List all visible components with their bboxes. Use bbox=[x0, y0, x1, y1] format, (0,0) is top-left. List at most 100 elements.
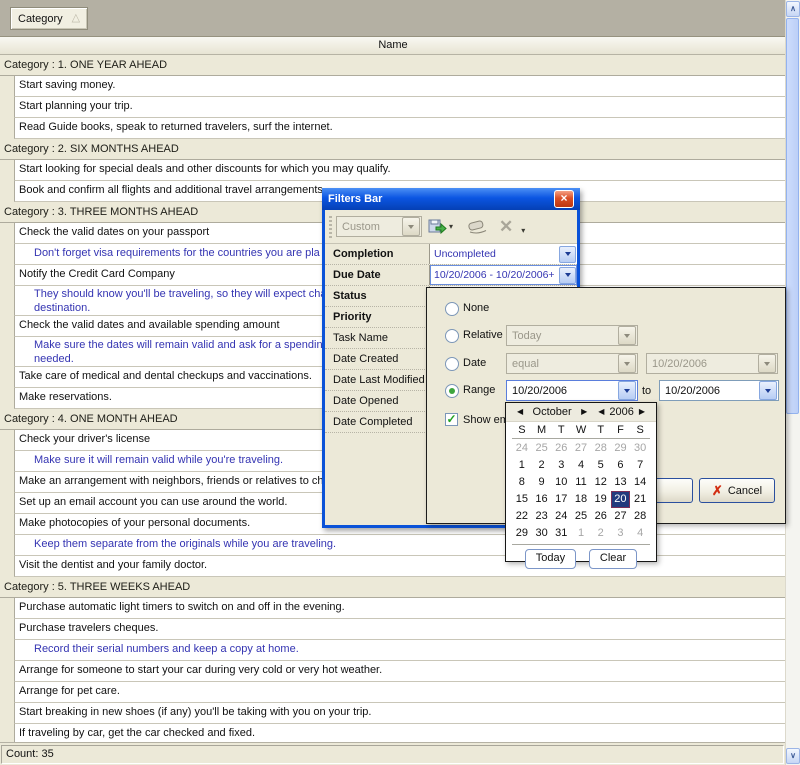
calendar-day-selected[interactable]: 20 bbox=[611, 491, 631, 508]
filter-value-cell[interactable]: Uncompleted bbox=[430, 244, 577, 264]
next-year-icon[interactable]: ▶ bbox=[639, 407, 645, 417]
calendar-day[interactable]: 24 bbox=[512, 440, 532, 457]
calendar-day[interactable]: 30 bbox=[630, 440, 650, 457]
calendar-day[interactable]: 29 bbox=[512, 525, 532, 542]
cancel-button[interactable]: ✗ Cancel bbox=[699, 478, 775, 503]
task-row[interactable]: Start looking for special deals and othe… bbox=[0, 160, 786, 181]
scroll-down-button[interactable]: ∨ bbox=[786, 748, 800, 764]
calendar-day[interactable]: 15 bbox=[512, 491, 532, 508]
calendar-day[interactable]: 2 bbox=[532, 457, 552, 474]
note-row[interactable]: Keep them separate from the originals wh… bbox=[0, 535, 786, 556]
filter-field-label[interactable]: Date Completed bbox=[325, 412, 430, 432]
calendar-day[interactable]: 26 bbox=[591, 508, 611, 525]
scroll-thumb[interactable] bbox=[786, 18, 799, 414]
calendar-day[interactable]: 31 bbox=[551, 525, 571, 542]
save-filter-icon[interactable] bbox=[428, 218, 448, 236]
task-row[interactable]: Purchase automatic light timers to switc… bbox=[0, 598, 786, 619]
save-dropdown-icon[interactable]: ▾ bbox=[449, 222, 453, 231]
date-operator-combo[interactable]: equal bbox=[506, 353, 638, 374]
calendar-day[interactable]: 13 bbox=[611, 474, 631, 491]
radio-date[interactable] bbox=[445, 357, 459, 371]
calendar-day[interactable]: 25 bbox=[532, 440, 552, 457]
calendar-day[interactable]: 16 bbox=[532, 491, 552, 508]
task-row[interactable]: If traveling by car, get the car checked… bbox=[0, 724, 786, 742]
task-row[interactable]: Arrange for pet care. bbox=[0, 682, 786, 703]
group-row[interactable]: Category : 1. ONE YEAR AHEAD bbox=[0, 55, 786, 76]
delete-filter-icon[interactable]: ✕ bbox=[499, 218, 513, 235]
vertical-scrollbar[interactable]: ∧ ∨ bbox=[785, 0, 800, 765]
next-month-icon[interactable]: ▶ bbox=[581, 407, 587, 417]
calendar-day[interactable]: 30 bbox=[532, 525, 552, 542]
date-value-combo[interactable]: 10/20/2006 bbox=[646, 353, 778, 374]
prev-year-icon[interactable]: ◀ bbox=[598, 407, 604, 417]
calendar-day[interactable]: 28 bbox=[591, 440, 611, 457]
range-to-dropdown-button[interactable] bbox=[759, 381, 777, 400]
calendar-day[interactable]: 23 bbox=[532, 508, 552, 525]
calendar-day[interactable]: 25 bbox=[571, 508, 591, 525]
filters-window-titlebar[interactable]: Filters Bar × bbox=[322, 188, 580, 210]
task-row[interactable]: Start planning your trip. bbox=[0, 97, 786, 118]
filter-field-label[interactable]: Date Created bbox=[325, 349, 430, 369]
calendar-day[interactable]: 1 bbox=[512, 457, 532, 474]
clear-button[interactable]: Clear bbox=[589, 549, 637, 569]
calendar-day[interactable]: 11 bbox=[571, 474, 591, 491]
calendar-day[interactable]: 22 bbox=[512, 508, 532, 525]
filter-field-label[interactable]: Date Opened bbox=[325, 391, 430, 411]
calendar-day[interactable]: 3 bbox=[611, 525, 631, 542]
calendar-day[interactable]: 7 bbox=[630, 457, 650, 474]
task-row[interactable]: Visit the dentist and your family doctor… bbox=[0, 556, 786, 577]
today-button[interactable]: Today bbox=[525, 549, 576, 569]
filter-field-label[interactable]: Completion bbox=[325, 244, 430, 264]
eraser-icon[interactable] bbox=[465, 218, 489, 235]
prev-month-icon[interactable]: ◀ bbox=[517, 407, 523, 417]
filter-field-label[interactable]: Date Last Modified bbox=[325, 370, 430, 390]
radio-none[interactable] bbox=[445, 302, 459, 316]
show-empty-checkbox[interactable]: ✓ bbox=[445, 413, 458, 426]
task-row[interactable]: Arrange for someone to start your car du… bbox=[0, 661, 786, 682]
filter-preset-combo[interactable]: Custom bbox=[336, 216, 422, 237]
group-by-category-button[interactable]: Category △ bbox=[10, 7, 88, 30]
name-column-header[interactable]: Name bbox=[378, 39, 407, 51]
calendar-day[interactable]: 14 bbox=[630, 474, 650, 491]
calendar-day[interactable]: 24 bbox=[551, 508, 571, 525]
group-row[interactable]: Category : 5. THREE WEEKS AHEAD bbox=[0, 577, 786, 598]
relative-value-combo[interactable]: Today bbox=[506, 325, 638, 346]
note-row[interactable]: Record their serial numbers and keep a c… bbox=[0, 640, 786, 661]
filter-value-dropdown-button[interactable] bbox=[559, 246, 576, 263]
calendar-month-label[interactable]: October bbox=[528, 406, 576, 418]
calendar-year-label[interactable]: 2006 bbox=[609, 406, 633, 418]
range-from-dropdown-button[interactable] bbox=[618, 381, 636, 400]
filter-value-cell[interactable]: 10/20/2006 - 10/20/2006+ bbox=[430, 265, 577, 285]
calendar-day[interactable]: 17 bbox=[551, 491, 571, 508]
filter-field-label[interactable]: Due Date bbox=[325, 265, 430, 285]
calendar-day[interactable]: 8 bbox=[512, 474, 532, 491]
calendar-day[interactable]: 4 bbox=[630, 525, 650, 542]
close-icon[interactable]: × bbox=[554, 190, 574, 208]
calendar-day[interactable]: 5 bbox=[591, 457, 611, 474]
calendar-day[interactable]: 26 bbox=[551, 440, 571, 457]
group-row[interactable]: Category : 2. SIX MONTHS AHEAD bbox=[0, 139, 786, 160]
calendar-day[interactable]: 4 bbox=[571, 457, 591, 474]
calendar-day[interactable]: 29 bbox=[611, 440, 631, 457]
filter-field-label[interactable]: Task Name bbox=[325, 328, 430, 348]
calendar-day[interactable]: 1 bbox=[571, 525, 591, 542]
filter-field-label[interactable]: Status bbox=[325, 286, 430, 306]
range-to-combo[interactable]: 10/20/2006 bbox=[659, 380, 779, 401]
calendar-day[interactable]: 19 bbox=[591, 491, 611, 508]
scroll-up-button[interactable]: ∧ bbox=[786, 1, 800, 17]
calendar-day[interactable]: 10 bbox=[551, 474, 571, 491]
calendar-day[interactable]: 2 bbox=[591, 525, 611, 542]
radio-relative[interactable] bbox=[445, 329, 459, 343]
task-row[interactable]: Start saving money. bbox=[0, 76, 786, 97]
calendar-day[interactable]: 27 bbox=[611, 508, 631, 525]
calendar-day[interactable]: 28 bbox=[630, 508, 650, 525]
calendar-day[interactable]: 27 bbox=[571, 440, 591, 457]
filter-value-dropdown-button[interactable] bbox=[559, 267, 576, 284]
calendar-day[interactable]: 3 bbox=[551, 457, 571, 474]
calendar-day[interactable]: 6 bbox=[611, 457, 631, 474]
task-row[interactable]: Start breaking in new shoes (if any) you… bbox=[0, 703, 786, 724]
toolbar-grip[interactable] bbox=[329, 216, 332, 238]
toolbar-overflow-icon[interactable]: ▾ bbox=[521, 226, 525, 235]
calendar-day[interactable]: 12 bbox=[591, 474, 611, 491]
radio-range[interactable] bbox=[445, 384, 459, 398]
